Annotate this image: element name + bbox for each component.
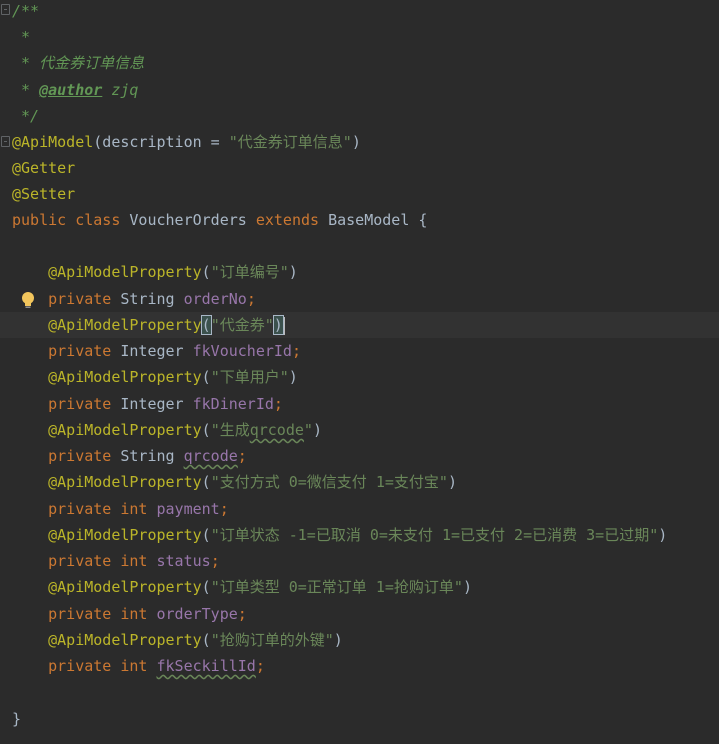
field-annotation-line: @ApiModelProperty("抢购订单的外键") [48, 631, 343, 649]
getter-annotation: @Getter [12, 159, 76, 177]
typo-highlight: qrcode [183, 447, 238, 465]
author-tag: @author [39, 81, 103, 99]
matched-paren: ( [200, 315, 212, 335]
class-closing-brace: } [12, 710, 22, 728]
current-line-field-annotation: @ApiModelProperty("代金券") [0, 312, 719, 338]
field-annotation-line: @ApiModelProperty("订单编号") [48, 263, 298, 281]
field-annotation-line: @ApiModelProperty("订单类型 0=正常订单 1=抢购订单") [48, 578, 472, 596]
field-declaration-line: private int status; [48, 552, 220, 570]
setter-annotation: @Setter [12, 185, 76, 203]
fold-marker-icon[interactable] [1, 4, 10, 15]
fold-marker-icon[interactable] [1, 136, 10, 147]
editor-gutter [0, 0, 10, 744]
doc-comment-close: */ [12, 107, 40, 125]
field-annotation-line: @ApiModelProperty("订单状态 -1=已取消 0=未支付 1=已… [48, 526, 668, 544]
field-annotation-line: @ApiModelProperty("下单用户") [48, 368, 298, 386]
doc-comment-author: * @author zjq [12, 81, 139, 99]
class-declaration: public class VoucherOrders extends BaseM… [12, 211, 428, 229]
matched-paren: ) [272, 315, 284, 335]
doc-comment-open: /** [12, 2, 40, 20]
field-declaration-line: private int orderType; [48, 605, 247, 623]
field-declaration-line: private String orderNo; [48, 290, 256, 308]
doc-comment-description: * 代金券订单信息 [12, 54, 145, 72]
field-declaration-line: private String qrcode; [48, 447, 247, 465]
class-name: VoucherOrders [129, 211, 247, 229]
text-caret [282, 316, 285, 335]
field-declaration-line: private int fkSeckillId; [48, 657, 265, 675]
base-class-name: BaseModel [328, 211, 410, 229]
typo-highlight: fkSeckillId [156, 657, 256, 675]
api-model-annotation-line: @ApiModel(description = "代金券订单信息") [12, 133, 361, 151]
field-annotation-line: @ApiModelProperty("生成qrcode") [48, 421, 322, 439]
code-editor[interactable]: /** * * 代金券订单信息 * @author zjq */ @ApiMod… [0, 0, 719, 744]
doc-comment-line: * [12, 28, 31, 46]
typo-highlight: qrcode [249, 421, 304, 439]
field-declaration-line: private int payment; [48, 500, 229, 518]
field-annotation-line: @ApiModelProperty("支付方式 0=微信支付 1=支付宝") [48, 473, 457, 491]
field-declaration-line: private Integer fkDinerId; [48, 395, 283, 413]
field-declaration-line: private Integer fkVoucherId; [48, 342, 301, 360]
